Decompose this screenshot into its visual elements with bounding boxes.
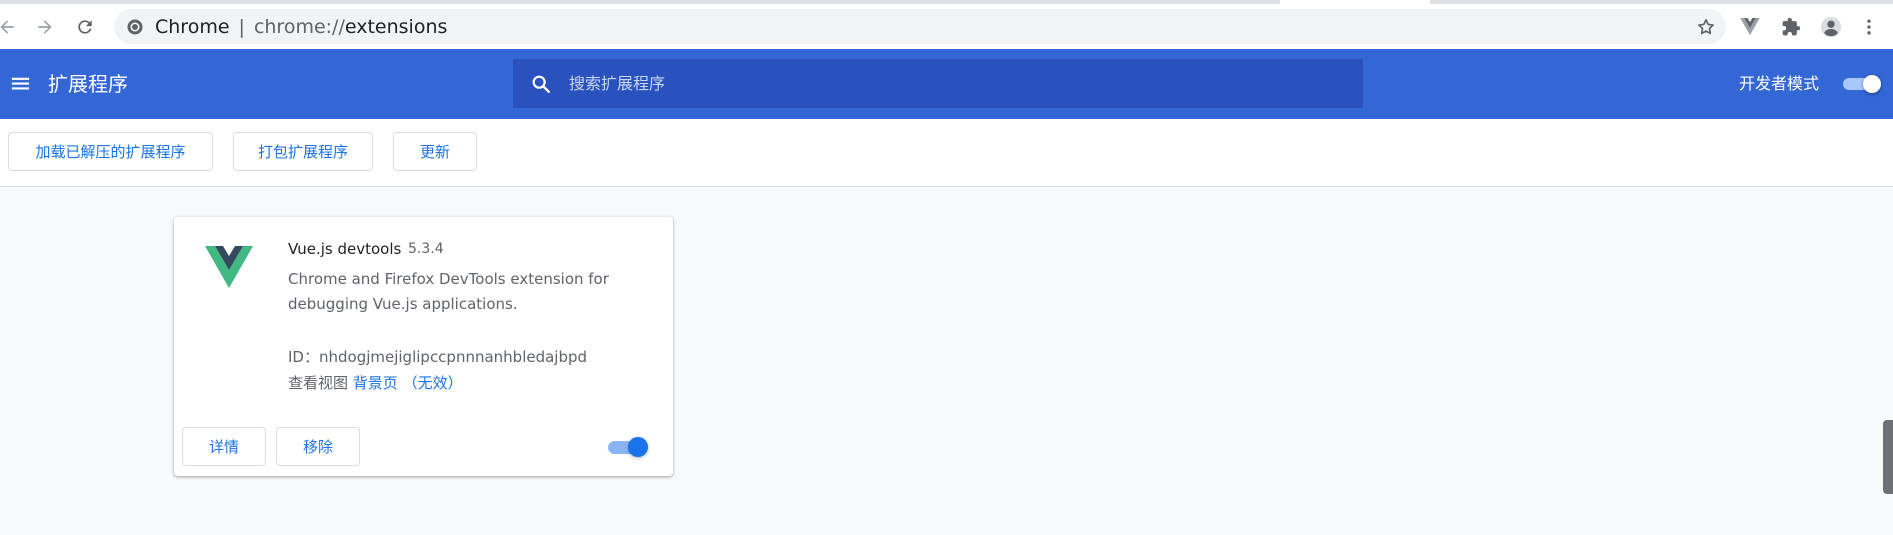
vue-logo-icon: [205, 246, 253, 288]
pack-extension-button[interactable]: 打包扩展程序: [233, 132, 373, 171]
back-button[interactable]: [0, 4, 22, 49]
background-page-status: （无效）: [402, 374, 463, 392]
extension-description: Chrome and Firefox DevTools extension fo…: [288, 270, 609, 313]
search-box[interactable]: [513, 59, 1363, 108]
site-label: Chrome: [155, 16, 230, 38]
vue-logo-icon: [1740, 18, 1760, 36]
puzzle-icon: [1782, 17, 1801, 36]
extension-name: Vue.js devtools: [288, 240, 402, 258]
extension-card: Vue.js devtools 5.3.4 Chrome and Firefox…: [174, 217, 673, 476]
vue-devtools-extension-icon[interactable]: [1739, 16, 1761, 38]
bookmark-star-icon[interactable]: [1696, 17, 1716, 37]
profile-avatar[interactable]: [1820, 16, 1842, 38]
browser-toolbar: Chrome | chrome://extensions: [0, 4, 1893, 49]
load-unpacked-button[interactable]: 加载已解压的扩展程序: [8, 132, 213, 171]
edge-overlay: [1883, 420, 1893, 494]
remove-button[interactable]: 移除: [276, 427, 360, 466]
update-button[interactable]: 更新: [393, 132, 477, 171]
background-page-link[interactable]: 背景页 （无效）: [353, 374, 463, 392]
reload-icon: [78, 19, 92, 34]
reload-button[interactable]: [70, 4, 100, 49]
menu-icon[interactable]: [9, 72, 32, 95]
arrow-left-icon: [0, 19, 14, 34]
id-value: nhdogjmejiglipccpnnnanhbledajbpd: [318, 348, 588, 366]
extension-enable-toggle[interactable]: [608, 435, 652, 459]
background-page-link-text: 背景页: [352, 374, 398, 392]
extensions-button[interactable]: [1780, 16, 1802, 38]
search-icon: [532, 75, 550, 93]
views-label: 查看视图: [288, 374, 349, 392]
more-vert-icon: [1867, 19, 1871, 35]
url-scheme: chrome://: [253, 16, 345, 38]
toggle-knob: [1863, 75, 1881, 93]
toggle-knob: [628, 437, 648, 457]
extension-id: ID：nhdogjmejiglipccpnnnanhbledajbpd: [288, 347, 587, 367]
id-label: ID：: [288, 348, 319, 366]
chrome-logo-icon: [127, 19, 143, 35]
url-path: extensions: [344, 16, 448, 38]
extensions-header: 扩展程序 开发者模式: [0, 49, 1893, 119]
browser-menu-button[interactable]: [1858, 16, 1880, 38]
page-title: 扩展程序: [48, 72, 128, 96]
url-text: Chrome | chrome://extensions: [155, 17, 447, 37]
details-button[interactable]: 详情: [182, 427, 266, 466]
account-icon: [1820, 16, 1842, 38]
forward-button[interactable]: [30, 4, 60, 49]
arrow-right-icon: [38, 19, 52, 34]
url-separator: |: [238, 16, 245, 38]
search-input[interactable]: [569, 59, 1349, 108]
developer-toolbar: 加载已解压的扩展程序 打包扩展程序 更新: [0, 119, 1893, 187]
inspect-views: 查看视图 背景页 （无效）: [288, 373, 463, 393]
developer-mode-label: 开发者模式: [1739, 74, 1820, 93]
developer-mode-toggle[interactable]: [1843, 73, 1883, 95]
extension-version: 5.3.4: [408, 241, 444, 257]
address-bar[interactable]: Chrome | chrome://extensions: [114, 9, 1726, 44]
